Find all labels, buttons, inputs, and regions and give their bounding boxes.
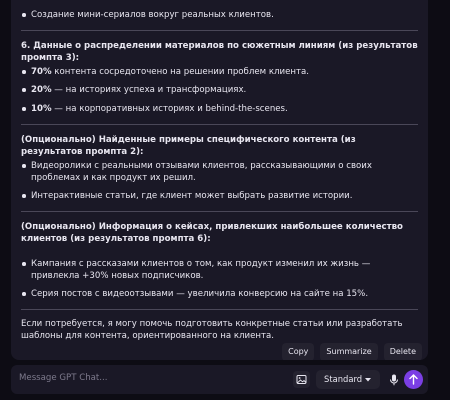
summarize-button[interactable]: Summarize: [320, 343, 378, 360]
section-divider: [21, 211, 418, 212]
section-divider: [21, 309, 418, 310]
list-item: 20% — на историях успеха и трансформация…: [22, 84, 413, 96]
message-input[interactable]: Message GPT Chat...: [19, 373, 108, 383]
list-item: Серия постов с видеоотзывами — увеличила…: [22, 288, 413, 300]
percentage-value: 10%: [31, 104, 52, 114]
message-actions: Copy Summarize Delete: [282, 343, 422, 360]
chevron-down-icon: [365, 378, 371, 382]
list-item-text: Кампания с рассказами клиентов о том, ка…: [31, 259, 371, 281]
section-heading: 6. Данные о распределении материалов по …: [21, 41, 418, 63]
list-item: Создание мини-сериалов вокруг реальных к…: [22, 9, 413, 21]
image-icon: [296, 375, 307, 384]
list-item-text: Интерактивные статьи, где клиент может в…: [31, 191, 353, 201]
assistant-message-card: Создание мини-сериалов вокруг реальных к…: [11, 0, 428, 360]
list-item-text: Видеоролики с реальными отзывами клиенто…: [31, 161, 372, 183]
copy-button[interactable]: Copy: [282, 343, 315, 360]
list-item: Кампания с рассказами клиентов о том, ка…: [22, 258, 413, 282]
delete-button[interactable]: Delete: [383, 343, 422, 360]
arrow-up-icon: [409, 374, 418, 385]
list-item: Интерактивные статьи, где клиент может в…: [22, 190, 413, 202]
attach-image-button[interactable]: [293, 371, 310, 388]
list-item-text: Серия постов с видеоотзывами — увеличила…: [31, 289, 369, 299]
list-item-text: контента сосредоточено на решении пробле…: [51, 67, 310, 77]
section-heading: (Опционально) Найденные примеры специфич…: [21, 135, 356, 157]
microphone-icon: [390, 374, 398, 386]
list-item: 70% контента сосредоточено на решении пр…: [22, 66, 413, 78]
closing-paragraph: Если потребуется, я могу помочь подготов…: [21, 319, 403, 341]
list-item: Видеоролики с реальными отзывами клиенто…: [22, 160, 413, 184]
model-select-value: Standard: [324, 374, 363, 384]
section-divider: [21, 30, 418, 31]
section-heading: (Опционально) Информация о кейсах, привл…: [21, 222, 403, 244]
message-composer: Message GPT Chat... Standard: [11, 365, 428, 394]
model-select[interactable]: Standard: [316, 370, 380, 389]
list-item: 10% — на корпоративных историях и behind…: [22, 103, 413, 115]
microphone-button[interactable]: [387, 373, 401, 387]
list-item-text: — на корпоративных историях и behind-the…: [51, 104, 288, 114]
list-item-text: — на историях успеха и трансформациях.: [51, 85, 247, 95]
list-item-text: Создание мини-сериалов вокруг реальных к…: [31, 10, 274, 20]
send-button[interactable]: [404, 370, 423, 389]
percentage-value: 70%: [31, 67, 52, 77]
section-divider: [21, 124, 418, 125]
percentage-value: 20%: [31, 85, 52, 95]
